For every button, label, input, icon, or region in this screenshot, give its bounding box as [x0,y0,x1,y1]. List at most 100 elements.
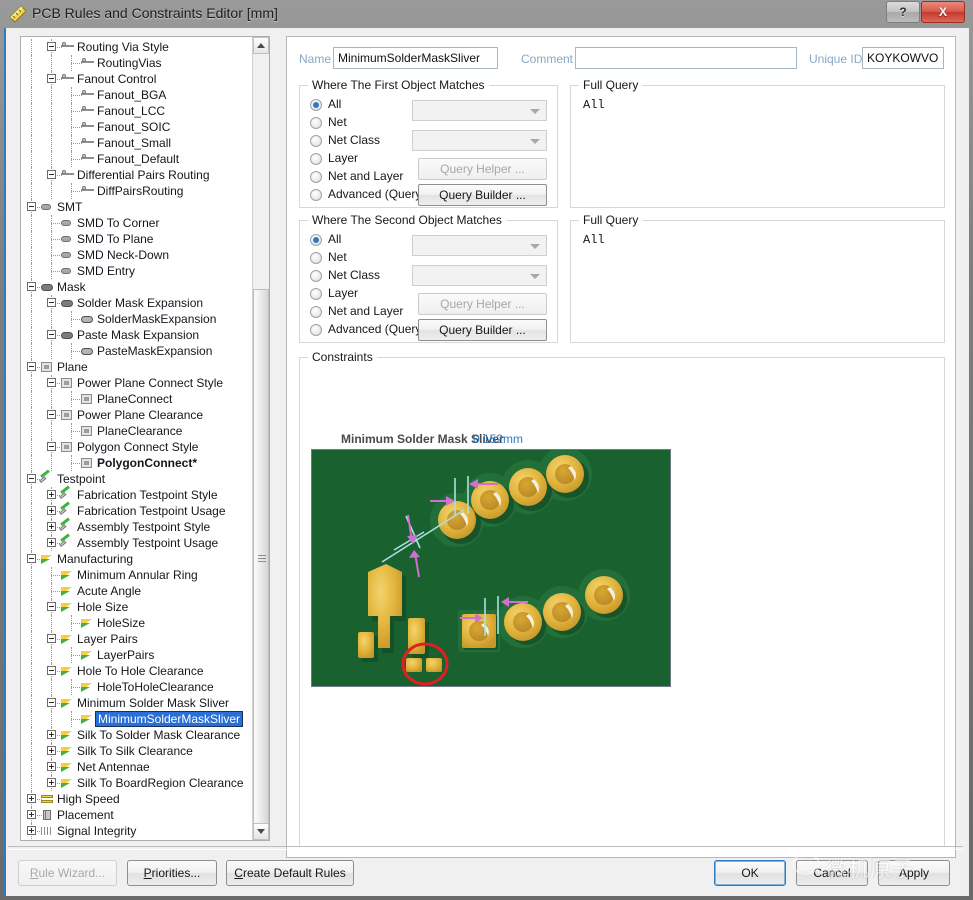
tree-item-solder-mask-expansion[interactable]: Solder Mask Expansion [21,295,253,311]
tree-item-assembly-testpoint-style[interactable]: Assembly Testpoint Style [21,519,253,535]
collapse-icon[interactable] [27,362,36,371]
first-object-query-builder-button[interactable]: Query Builder ... [418,184,547,206]
tree-item-fabrication-testpoint-style[interactable]: Fabrication Testpoint Style [21,487,253,503]
expand-icon[interactable] [27,810,36,819]
second-object-net-combo[interactable] [412,235,547,256]
tree-item-smd-entry[interactable]: SMD Entry [21,263,253,279]
cancel-button[interactable]: Cancel [796,860,868,886]
tree-item-diffpairsrouting[interactable]: DiffPairsRouting [21,183,253,199]
tree-item-assembly-testpoint-usage[interactable]: Assembly Testpoint Usage [21,535,253,551]
tree-item-fanout-soic[interactable]: Fanout_SOIC [21,119,253,135]
name-input[interactable] [333,47,498,69]
tree-item-planeclearance[interactable]: PlaneClearance [21,423,253,439]
expand-icon[interactable] [27,826,36,835]
tree-item-planeconnect[interactable]: PlaneConnect [21,391,253,407]
collapse-icon[interactable] [47,42,56,51]
collapse-icon[interactable] [47,698,56,707]
tree-item-holesize[interactable]: HoleSize [21,615,253,631]
tree-item-layer-pairs[interactable]: Layer Pairs [21,631,253,647]
tree-item-minimumsoldermasksliver[interactable]: MinimumSolderMaskSliver [21,711,253,727]
tree-item-routingvias[interactable]: RoutingVias [21,55,253,71]
tree-item-power-plane-connect-style[interactable]: Power Plane Connect Style [21,375,253,391]
tree-vertical-scrollbar[interactable] [252,37,269,840]
tree-item-smd-neck-down[interactable]: SMD Neck-Down [21,247,253,263]
second-object-query-builder-button[interactable]: Query Builder ... [418,319,547,341]
tree-item-minimum-annular-ring[interactable]: Minimum Annular Ring [21,567,253,583]
tree-item-routing-via-style[interactable]: Routing Via Style [21,39,253,55]
expand-icon[interactable] [47,490,56,499]
unique-id-input[interactable] [862,47,944,69]
rules-tree-panel[interactable]: Routing Via Style RoutingVias Fanout Contr… [20,36,270,841]
expand-icon[interactable] [47,778,56,787]
close-button[interactable]: X [921,1,965,23]
comment-input[interactable] [575,47,797,69]
collapse-icon[interactable] [27,282,36,291]
expand-icon[interactable] [47,506,56,515]
second-object-query-helper-button[interactable]: Query Helper ... [418,293,547,315]
tree-item-plane[interactable]: Plane [21,359,253,375]
expand-icon[interactable] [27,794,36,803]
tree-item-soldermaskexpansion[interactable]: SolderMaskExpansion [21,311,253,327]
priorities-button[interactable]: Priorities... [127,860,217,886]
collapse-icon[interactable] [47,378,56,387]
collapse-icon[interactable] [27,554,36,563]
collapse-icon[interactable] [47,330,56,339]
help-button[interactable]: ? [886,1,920,23]
collapse-icon[interactable] [47,170,56,179]
collapse-icon[interactable] [47,602,56,611]
expand-icon[interactable] [47,538,56,547]
title-bar[interactable]: PCB Rules and Constraints Editor [mm] ? … [0,0,973,28]
tree-item-polygon-connect-style[interactable]: Polygon Connect Style [21,439,253,455]
tree-item-manufacturing[interactable]: Manufacturing [21,551,253,567]
rules-tree[interactable]: Routing Via Style RoutingVias Fanout Contr… [21,39,253,839]
expand-icon[interactable] [47,522,56,531]
tree-item-paste-mask-expansion[interactable]: Paste Mask Expansion [21,327,253,343]
tree-item-differential-pairs-routing[interactable]: Differential Pairs Routing [21,167,253,183]
collapse-icon[interactable] [47,634,56,643]
first-object-net-class-combo[interactable] [412,130,547,151]
tree-item-hole-size[interactable]: Hole Size [21,599,253,615]
tree-item-smt[interactable]: SMT [21,199,253,215]
tree-item-fabrication-testpoint-usage[interactable]: Fabrication Testpoint Usage [21,503,253,519]
tree-item-layerpairs[interactable]: LayerPairs [21,647,253,663]
tree-item-silk-to-boardregion-clearance[interactable]: Silk To BoardRegion Clearance [21,775,253,791]
create-default-rules-button[interactable]: Create Default Rules [226,860,354,886]
scroll-up-icon[interactable] [253,37,269,54]
first-object-query-helper-button[interactable]: Query Helper ... [418,158,547,180]
expand-icon[interactable] [47,762,56,771]
tree-item-smd-to-plane[interactable]: SMD To Plane [21,231,253,247]
tree-item-silk-to-solder-mask-clearance[interactable]: Silk To Solder Mask Clearance [21,727,253,743]
tree-item-polygonconnect[interactable]: PolygonConnect* [21,455,253,471]
collapse-icon[interactable] [47,410,56,419]
tree-item-power-plane-clearance[interactable]: Power Plane Clearance [21,407,253,423]
tree-item-testpoint[interactable]: Testpoint [21,471,253,487]
tree-item-fanout-default[interactable]: Fanout_Default [21,151,253,167]
tree-item-silk-to-silk-clearance[interactable]: Silk To Silk Clearance [21,743,253,759]
collapse-icon[interactable] [27,202,36,211]
tree-item-holetoholeclearance[interactable]: HoleToHoleClearance [21,679,253,695]
collapse-icon[interactable] [47,442,56,451]
tree-item-net-antennae[interactable]: Net Antennae [21,759,253,775]
tree-item-minimum-solder-mask-sliver[interactable]: Minimum Solder Mask Sliver [21,695,253,711]
tree-item-high-speed[interactable]: High Speed [21,791,253,807]
scroll-down-icon[interactable] [253,823,269,840]
tree-item-mask[interactable]: Mask [21,279,253,295]
collapse-icon[interactable] [47,74,56,83]
tree-item-pastemaskexpansion[interactable]: PasteMaskExpansion [21,343,253,359]
collapse-icon[interactable] [47,666,56,675]
tree-item-fanout-bga[interactable]: Fanout_BGA [21,87,253,103]
tree-item-acute-angle[interactable]: Acute Angle [21,583,253,599]
tree-item-fanout-control[interactable]: Fanout Control [21,71,253,87]
tree-item-smd-to-corner[interactable]: SMD To Corner [21,215,253,231]
second-object-net-class-combo[interactable] [412,265,547,286]
tree-item-hole-to-hole-clearance[interactable]: Hole To Hole Clearance [21,663,253,679]
rule-wizard-button[interactable]: Rule Wizard... [18,860,117,886]
scrollbar-thumb[interactable] [253,289,269,829]
ok-button[interactable]: OK [714,860,786,886]
expand-icon[interactable] [47,746,56,755]
tree-item-fanout-small[interactable]: Fanout_Small [21,135,253,151]
collapse-icon[interactable] [27,474,36,483]
tree-item-fanout-lcc[interactable]: Fanout_LCC [21,103,253,119]
tree-item-placement[interactable]: Placement [21,807,253,823]
expand-icon[interactable] [47,730,56,739]
